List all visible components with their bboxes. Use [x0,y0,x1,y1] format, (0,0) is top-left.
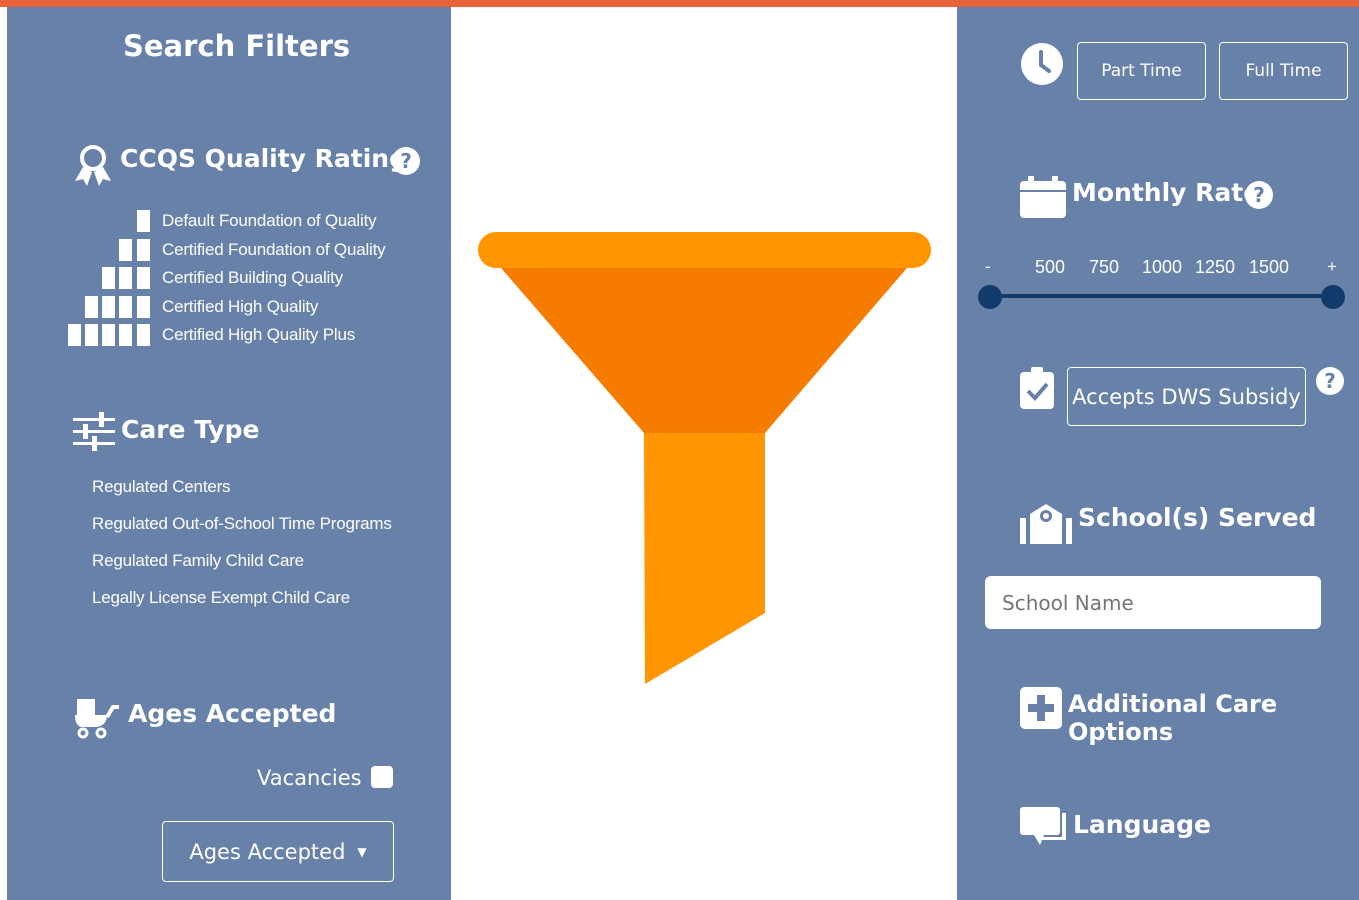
funnel-icon [477,230,932,690]
school-name-input[interactable] [985,576,1321,629]
quality-rating-title: CCQS Quality Rating [120,144,407,173]
rate-slider-min-handle[interactable] [978,285,1002,309]
quality-level-item[interactable]: Certified Foundation of Quality [162,240,386,260]
care-type-item[interactable]: Legally License Exempt Child Care [92,588,350,608]
sliders-icon [73,411,115,451]
right-filter-panel: Part Time Full Time Monthly Rate ? - 500… [957,7,1359,900]
plus-square-icon [1020,687,1062,729]
vacancies-label: Vacancies [257,766,362,790]
rate-slider-track[interactable] [990,294,1334,298]
school-icon [1020,500,1072,544]
clock-icon [1020,42,1064,86]
panel-title: Search Filters [123,29,351,63]
quality-level-item[interactable]: Certified Building Quality [162,268,343,288]
schools-served-title: School(s) Served [1078,503,1317,532]
calendar-icon [1020,176,1066,218]
dws-subsidy-button[interactable]: Accepts DWS Subsidy [1067,367,1306,426]
top-accent-bar [0,0,1359,7]
quality-level-item[interactable]: Certified High Quality Plus [162,325,355,345]
clipboard-check-icon [1020,367,1054,409]
vacancies-checkbox[interactable] [371,766,393,788]
rate-tick-label: 1500 [1249,257,1290,277]
rate-minus-label: - [985,257,991,276]
language-title[interactable]: Language [1073,810,1211,839]
rate-tick-label: 1250 [1195,257,1236,277]
quality-level-item[interactable]: Default Foundation of Quality [162,211,377,231]
part-time-button[interactable]: Part Time [1077,42,1206,100]
left-filter-panel: Search Filters CCQS Quality Rating ? Def… [7,7,451,900]
quality-help-icon[interactable]: ? [392,147,420,175]
additional-care-title[interactable]: Additional Care Options [1068,690,1359,746]
chat-icon [1020,805,1068,849]
subsidy-help-icon[interactable]: ? [1316,367,1344,395]
ages-accepted-title: Ages Accepted [128,699,337,728]
ages-accepted-dropdown[interactable]: Ages Accepted ▼ [162,821,394,882]
care-type-item[interactable]: Regulated Centers [92,477,231,497]
care-type-title: Care Type [121,415,260,444]
monthly-rate-title: Monthly Rate [1072,178,1261,207]
rate-plus-label: + [1327,257,1337,276]
rate-tick-label: 500 [1035,257,1066,277]
stroller-icon [73,695,121,739]
rate-tick-label: 1000 [1142,257,1183,277]
monthly-rate-help-icon[interactable]: ? [1245,181,1273,209]
rate-tick-label: 750 [1089,257,1120,277]
award-icon [73,143,113,187]
ages-dropdown-label: Ages Accepted [189,839,346,864]
rate-slider-max-handle[interactable] [1321,285,1345,309]
caret-down-icon: ▼ [357,844,367,859]
quality-level-item[interactable]: Certified High Quality [162,297,318,317]
care-type-item[interactable]: Regulated Out-of-School Time Programs [92,514,392,534]
full-time-button[interactable]: Full Time [1219,42,1348,100]
care-type-item[interactable]: Regulated Family Child Care [92,551,304,571]
